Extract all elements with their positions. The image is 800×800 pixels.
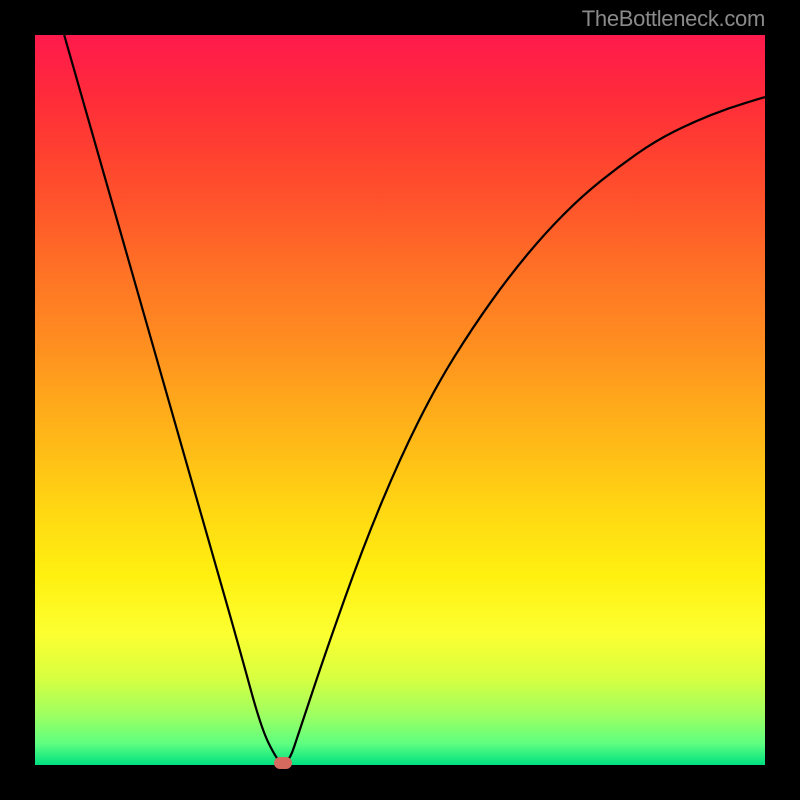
watermark-text: TheBottleneck.com (582, 6, 765, 32)
chart-frame: TheBottleneck.com (0, 0, 800, 800)
marker-point (274, 757, 292, 769)
bottleneck-curve (64, 35, 765, 763)
curve-svg (35, 35, 765, 765)
